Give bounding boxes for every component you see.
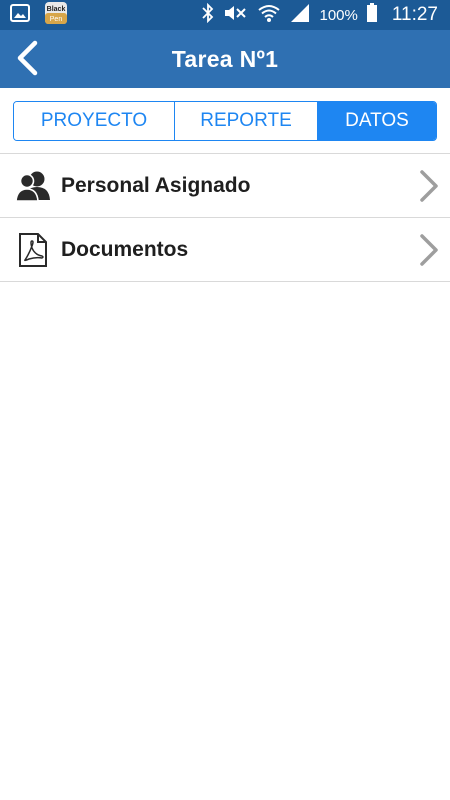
blackpen-app-icon: Black Pen — [44, 1, 68, 30]
svg-text:Pen: Pen — [50, 16, 63, 23]
data-list: Personal Asignado Documentos — [0, 154, 450, 282]
status-left: Black Pen — [10, 1, 68, 30]
chevron-left-icon — [15, 40, 41, 81]
users-icon — [13, 166, 53, 206]
list-item-label: Documentos — [61, 237, 189, 261]
signal-icon — [289, 3, 311, 27]
back-button[interactable] — [10, 40, 46, 80]
list-item-personal-asignado[interactable]: Personal Asignado — [0, 154, 450, 218]
tab-reporte[interactable]: REPORTE — [174, 102, 317, 140]
pdf-document-icon — [13, 230, 53, 270]
bluetooth-icon — [201, 2, 215, 27]
app-header: Tarea Nº1 — [0, 30, 450, 88]
tab-datos[interactable]: DATOS — [317, 102, 436, 140]
status-time: 11:27 — [391, 4, 438, 25]
battery-icon — [366, 3, 378, 27]
status-bar: Black Pen 100% 11:27 — [0, 0, 450, 30]
image-icon — [10, 3, 30, 28]
svg-text:Black: Black — [47, 6, 66, 13]
mute-icon — [223, 3, 249, 27]
tab-proyecto[interactable]: PROYECTO — [14, 102, 174, 140]
segmented-tabs: PROYECTO REPORTE DATOS — [13, 101, 437, 141]
chevron-right-icon — [417, 232, 441, 268]
status-right: 100% 11:27 — [201, 2, 438, 27]
wifi-icon — [257, 3, 281, 27]
page-title: Tarea Nº1 — [171, 45, 279, 72]
list-item-documentos[interactable]: Documentos — [0, 218, 450, 282]
battery-percent: 100% — [319, 6, 358, 24]
list-item-label: Personal Asignado — [61, 173, 251, 197]
chevron-right-icon — [417, 168, 441, 204]
